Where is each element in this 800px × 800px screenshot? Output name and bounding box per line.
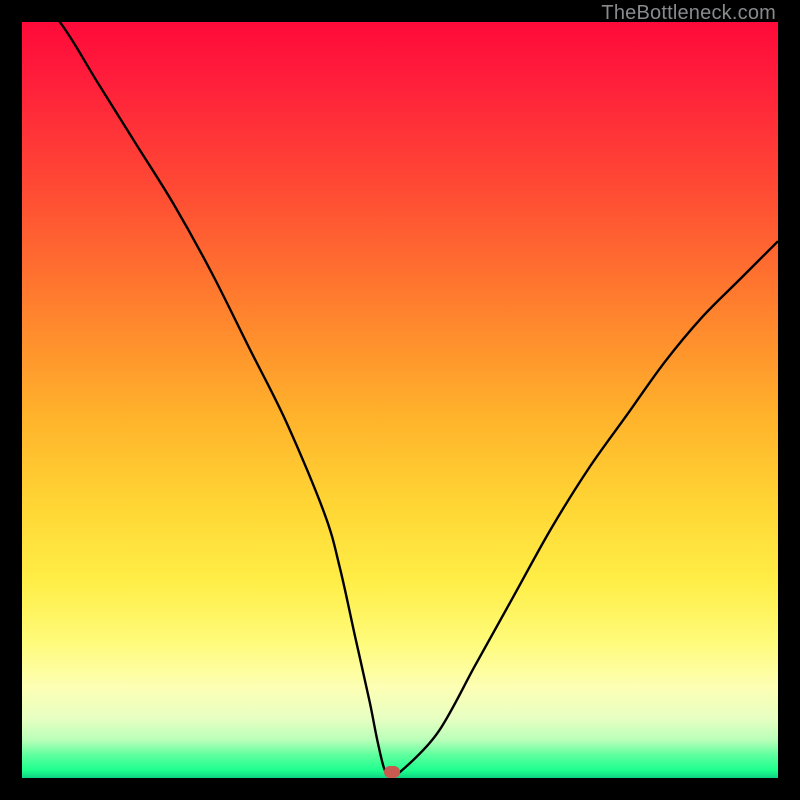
optimal-point-marker: [384, 766, 400, 778]
bottleneck-curve: [22, 22, 778, 778]
plot-area: [22, 22, 778, 778]
curve-path: [22, 22, 778, 775]
chart-frame: TheBottleneck.com: [0, 0, 800, 800]
